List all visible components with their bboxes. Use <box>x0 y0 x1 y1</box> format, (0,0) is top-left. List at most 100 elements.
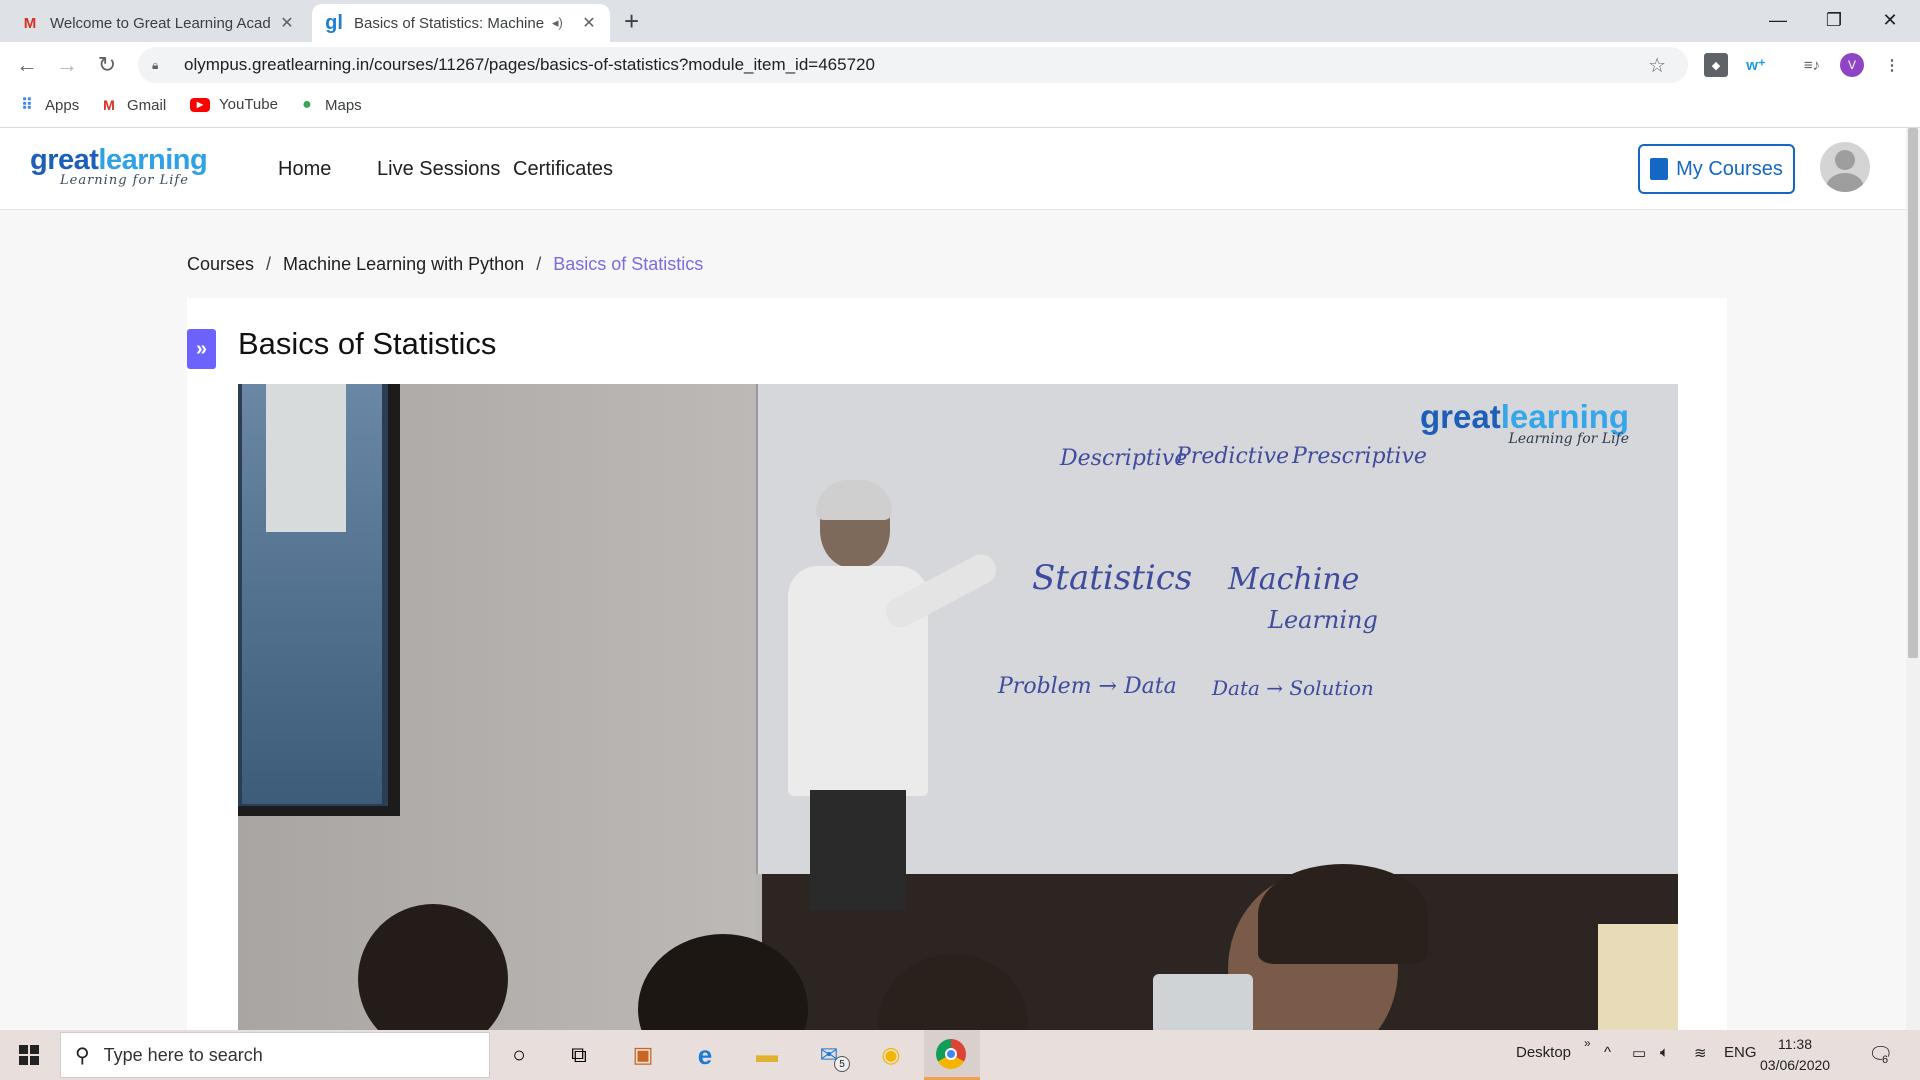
video-projector-screen <box>238 384 400 816</box>
nav-certificates[interactable]: Certificates <box>513 158 613 181</box>
search-placeholder: Type here to search <box>103 1044 263 1065</box>
page-title: Basics of Statistics <box>238 326 497 361</box>
bookmark-youtube[interactable]: ▶ YouTube <box>190 96 278 113</box>
bookmark-label: Apps <box>45 96 80 114</box>
clock-time: 11:38 <box>1778 1036 1812 1052</box>
nav-home[interactable]: Home <box>278 158 331 181</box>
file-explorer-icon[interactable]: ▬ <box>750 1038 784 1072</box>
battery-icon[interactable]: ▭ <box>1632 1044 1646 1062</box>
close-tab-icon[interactable]: ✕ <box>278 13 296 33</box>
browser-toolbar: ← → ↻ 🔒︎ olympus.greatlearning.in/course… <box>0 42 1920 88</box>
bookmark-apps[interactable]: ⠿ Apps <box>18 96 80 115</box>
lock-icon: 🔒︎ <box>152 58 159 72</box>
board-text-descriptive: Descriptive <box>1060 446 1188 471</box>
wifi-icon[interactable]: ≋ <box>1694 1044 1707 1062</box>
my-courses-button[interactable]: My Courses <box>1638 144 1795 194</box>
avatar-body <box>1826 173 1864 192</box>
minimize-button[interactable]: — <box>1750 4 1806 36</box>
watermark-word-learning: learning <box>1500 398 1630 435</box>
logo-word-great: great <box>30 144 99 176</box>
lecture-video-player[interactable]: Descriptive Predictive Prescriptive Stat… <box>238 384 1678 1030</box>
extension-icon[interactable]: ◆ <box>1704 53 1728 77</box>
tab-basics-of-statistics[interactable]: gl Basics of Statistics: Machine ◂) ✕ <box>312 4 610 42</box>
tab-title: Welcome to Great Learning Acad <box>50 14 271 32</box>
book-icon <box>1650 158 1669 180</box>
brave-browser-icon[interactable]: ◉ <box>874 1038 908 1072</box>
media-control-icon[interactable]: ≡♪ <box>1800 53 1824 77</box>
new-tab-button[interactable]: + <box>624 6 639 37</box>
show-hidden-icons[interactable]: ^ <box>1604 1044 1611 1061</box>
language-indicator[interactable]: ENG <box>1724 1044 1757 1061</box>
store-icon[interactable]: ▣ <box>626 1038 660 1072</box>
board-text-prescriptive: Prescriptive <box>1292 444 1427 469</box>
reload-icon[interactable]: ↻ <box>92 50 122 80</box>
greatlearning-logo[interactable]: greatlearning Learning for Life <box>30 144 208 188</box>
bookmark-label: Gmail <box>127 96 167 114</box>
edge-icon[interactable]: e <box>688 1038 722 1072</box>
tab-title: Basics of Statistics: Machine <box>354 14 545 32</box>
breadcrumb-courses[interactable]: Courses <box>187 254 254 275</box>
page-scrollbar-thumb[interactable] <box>1908 128 1918 658</box>
extension-w-icon[interactable]: w⁺ <box>1744 53 1768 77</box>
board-text-data-solution: Data → Solution <box>1212 676 1374 700</box>
board-text-predictive: Predictive <box>1176 444 1290 469</box>
maps-pin-icon: ● <box>302 96 312 113</box>
board-text-statistics: Statistics <box>1032 558 1193 598</box>
my-courses-label: My Courses <box>1676 157 1783 180</box>
chrome-icon <box>936 1039 966 1069</box>
bookmark-label: YouTube <box>219 96 278 113</box>
mail-icon[interactable]: ✉ 5 <box>812 1038 850 1072</box>
search-icon: ⚲ <box>75 1044 90 1067</box>
clock-date: 03/06/2020 <box>1760 1057 1831 1073</box>
url-text: olympus.greatlearning.in/courses/11267/p… <box>184 55 875 74</box>
back-arrow-icon[interactable]: ← <box>12 50 42 80</box>
video-watermark-logo: greatlearning Learning for Life <box>1420 398 1629 447</box>
volume-icon[interactable]: 🔈︎ <box>1660 1044 1669 1061</box>
bookmark-label: Maps <box>325 96 362 114</box>
board-text-problem-data: Problem → Data <box>998 674 1177 699</box>
toolbar-expand-icon[interactable]: » <box>1584 1036 1591 1050</box>
address-bar[interactable]: 🔒︎ olympus.greatlearning.in/courses/1126… <box>138 47 1688 83</box>
close-window-button[interactable]: ✕ <box>1862 4 1918 36</box>
forward-arrow-icon[interactable]: → <box>52 50 82 80</box>
board-text-machine: Machine <box>1228 562 1360 597</box>
logo-word-learning: learning <box>98 144 208 176</box>
video-audience <box>238 854 1678 1030</box>
bookmarks-bar: ⠿ Apps M Gmail ▶ YouTube ● Maps <box>0 88 1920 128</box>
gmail-icon: M <box>23 14 37 32</box>
user-avatar[interactable] <box>1820 142 1870 192</box>
mail-badge: 5 <box>834 1056 850 1072</box>
cortana-icon[interactable]: ○ <box>502 1038 536 1072</box>
greatlearning-icon: gl <box>325 11 343 34</box>
breadcrumb-current: Basics of Statistics <box>553 254 704 274</box>
breadcrumb-machine-learning[interactable]: Machine Learning with Python <box>283 254 524 275</box>
tab-gmail[interactable]: M Welcome to Great Learning Acad ✕ <box>8 4 308 42</box>
restore-button[interactable]: ❐ <box>1806 4 1862 36</box>
notification-center-icon[interactable]: 🗨︎ 6 <box>1868 1042 1893 1067</box>
close-tab-icon[interactable]: ✕ <box>580 13 598 33</box>
youtube-icon: ▶ <box>190 97 210 112</box>
gmail-icon: M <box>103 97 115 113</box>
taskbar-search-box[interactable]: ⚲ Type here to search <box>60 1032 490 1078</box>
bookmark-maps[interactable]: ● Maps <box>298 96 362 114</box>
video-lecturer <box>758 480 1001 910</box>
profile-avatar[interactable]: V <box>1840 53 1864 77</box>
site-header: greatlearning Learning for Life Home Liv… <box>0 128 1906 210</box>
browser-menu-icon[interactable]: ⋮ <box>1880 53 1904 77</box>
breadcrumb-separator: / <box>536 254 542 274</box>
task-view-icon[interactable]: ⧉ <box>562 1038 596 1072</box>
breadcrumb: Courses / Machine Learning with Python /… <box>187 254 703 275</box>
nav-live-sessions[interactable]: Live Sessions <box>377 158 500 181</box>
system-clock[interactable]: 11:38 03/06/2020 <box>1760 1034 1830 1076</box>
tab-audio-icon[interactable]: ◂) <box>552 15 570 31</box>
watermark-word-great: great <box>1420 398 1501 435</box>
apps-grid-icon: ⠿ <box>21 97 33 114</box>
desktop-label[interactable]: Desktop <box>1516 1044 1571 1061</box>
notification-count: 6 <box>1882 1054 1889 1066</box>
windows-logo-icon <box>19 1045 39 1065</box>
bookmark-star-icon[interactable]: ☆ <box>1648 53 1666 78</box>
bookmark-gmail[interactable]: M Gmail <box>100 96 166 114</box>
expand-sidebar-button[interactable]: » <box>187 329 216 369</box>
start-button[interactable] <box>0 1030 58 1080</box>
chrome-taskbar-active[interactable] <box>924 1030 980 1080</box>
